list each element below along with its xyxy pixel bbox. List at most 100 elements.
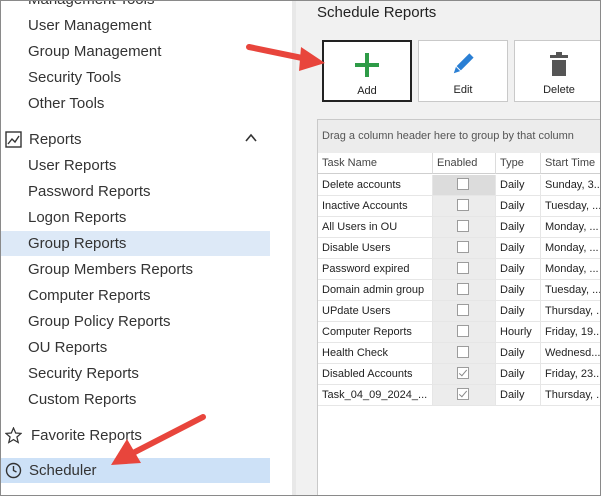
sidebar-item-management-tools[interactable]: Management Tools [1, 1, 270, 12]
sidebar-item-label: Group Reports [28, 235, 127, 252]
type-cell: Daily [496, 217, 541, 237]
add-button[interactable]: Add [322, 40, 412, 102]
task-name-cell: Inactive Accounts [318, 196, 433, 216]
enabled-cell [433, 385, 496, 405]
sidebar-item-group-management[interactable]: Group Management [1, 39, 270, 64]
sidebar-item-label: User Management [28, 17, 152, 34]
sidebar-section-reports[interactable]: Reports [1, 127, 270, 152]
enabled-checkbox[interactable] [457, 367, 469, 379]
enabled-checkbox[interactable] [457, 304, 469, 316]
table-row[interactable]: Disabled Accounts Daily Friday, 23... [318, 364, 600, 385]
enabled-cell [433, 196, 496, 216]
sidebar-item-label: OU Reports [28, 339, 108, 356]
task-name-cell: Computer Reports [318, 322, 433, 342]
table-row[interactable]: Domain admin group Daily Tuesday, ... [318, 280, 600, 301]
table-row[interactable]: UPdate Users Daily Thursday, ... [318, 301, 600, 322]
chevron-up-icon[interactable] [243, 130, 259, 146]
enabled-cell [433, 364, 496, 384]
sidebar-item-label: Password Reports [28, 183, 151, 200]
app-window: Management Tools User Management Group Man… [0, 0, 601, 496]
sidebar-item-password-reports[interactable]: Password Reports [1, 179, 270, 204]
type-cell: Daily [496, 259, 541, 279]
type-cell: Daily [496, 385, 541, 405]
start-time-cell: Wednesd... [541, 343, 600, 363]
task-name-cell: Disable Users [318, 238, 433, 258]
sidebar-item-group-policy-reports[interactable]: Group Policy Reports [1, 309, 270, 334]
table-row[interactable]: Task_04_09_2024_... Daily Thursday, ... [318, 385, 600, 406]
sidebar-item-label: User Reports [28, 157, 117, 174]
edit-button[interactable]: Edit [418, 40, 508, 102]
enabled-checkbox[interactable] [457, 283, 469, 295]
sidebar-item-label: Computer Reports [28, 287, 151, 304]
task-name-cell: UPdate Users [318, 301, 433, 321]
sidebar-item-logon-reports[interactable]: Logon Reports [1, 205, 270, 230]
enabled-checkbox[interactable] [457, 178, 469, 190]
type-cell: Daily [496, 196, 541, 216]
table-row[interactable]: Disable Users Daily Monday, ... [318, 238, 600, 259]
enabled-checkbox[interactable] [457, 241, 469, 253]
page-title: Schedule Reports [317, 4, 437, 21]
sidebar-item-security-tools[interactable]: Security Tools [1, 65, 270, 90]
enabled-checkbox[interactable] [457, 262, 469, 274]
sidebar-item-label: Favorite Reports [31, 427, 142, 444]
table-row[interactable]: Password expired Daily Monday, ... [318, 259, 600, 280]
sidebar-item-computer-reports[interactable]: Computer Reports [1, 283, 270, 308]
start-time-cell: Monday, ... [541, 259, 600, 279]
start-time-cell: Tuesday, ... [541, 280, 600, 300]
enabled-cell [433, 217, 496, 237]
sidebar-item-group-members-reports[interactable]: Group Members Reports [1, 257, 270, 282]
sidebar-item-favorite-reports[interactable]: Favorite Reports [1, 423, 270, 448]
delete-button[interactable]: Delete [514, 40, 600, 102]
sidebar-item-ou-reports[interactable]: OU Reports [1, 335, 270, 360]
sidebar-item-user-management[interactable]: User Management [1, 13, 270, 38]
table-row[interactable]: Delete accounts Daily Sunday, 3... [318, 175, 600, 196]
add-button-label: Add [357, 85, 377, 97]
column-header[interactable]: Task Name [318, 153, 433, 174]
sidebar-item-custom-reports[interactable]: Custom Reports [1, 387, 270, 412]
enabled-checkbox[interactable] [457, 220, 469, 232]
start-time-cell: Friday, 23... [541, 364, 600, 384]
column-header[interactable]: Start Time [541, 153, 600, 174]
task-name-cell: Domain admin group [318, 280, 433, 300]
type-cell: Daily [496, 364, 541, 384]
column-header[interactable]: Enabled [433, 153, 496, 174]
task-name-cell: Delete accounts [318, 175, 433, 195]
sidebar-item-label: Group Management [28, 43, 162, 60]
enabled-cell [433, 175, 496, 195]
sidebar-item-label: Scheduler [29, 462, 97, 479]
start-time-cell: Thursday, ... [541, 301, 600, 321]
sidebar-item-security-reports[interactable]: Security Reports [1, 361, 270, 386]
chart-icon [5, 131, 22, 148]
sidebar-item-group-reports[interactable]: Group Reports [1, 231, 270, 256]
task-name-cell: Task_04_09_2024_... [318, 385, 433, 405]
type-cell: Daily [496, 343, 541, 363]
sidebar-item-label: Other Tools [28, 95, 105, 112]
start-time-cell: Monday, ... [541, 238, 600, 258]
plus-icon [355, 53, 379, 77]
enabled-checkbox[interactable] [457, 388, 469, 400]
start-time-cell: Thursday, ... [541, 385, 600, 405]
task-name-cell: All Users in OU [318, 217, 433, 237]
main-panel: Schedule Reports Add Edit Delete Drag a … [296, 1, 600, 495]
table-row[interactable]: Inactive Accounts Daily Tuesday, ... [318, 196, 600, 217]
type-cell: Daily [496, 280, 541, 300]
sidebar-item-other-tools[interactable]: Other Tools [1, 91, 270, 116]
sidebar-item-scheduler[interactable]: Scheduler [1, 458, 270, 483]
enabled-checkbox[interactable] [457, 346, 469, 358]
table-row[interactable]: Computer Reports Hourly Friday, 19... [318, 322, 600, 343]
enabled-checkbox[interactable] [457, 325, 469, 337]
sidebar-item-user-reports[interactable]: User Reports [1, 153, 270, 178]
start-time-cell: Tuesday, ... [541, 196, 600, 216]
task-name-cell: Health Check [318, 343, 433, 363]
group-by-panel[interactable]: Drag a column header here to group by th… [318, 120, 600, 154]
enabled-checkbox[interactable] [457, 199, 469, 211]
sidebar-item-label: Group Policy Reports [28, 313, 171, 330]
table-row[interactable]: All Users in OU Daily Monday, ... [318, 217, 600, 238]
type-cell: Hourly [496, 322, 541, 342]
enabled-cell [433, 259, 496, 279]
column-header[interactable]: Type [496, 153, 541, 174]
sidebar-item-label: Security Tools [28, 69, 122, 86]
enabled-cell [433, 301, 496, 321]
table-row[interactable]: Health Check Daily Wednesd... [318, 343, 600, 364]
sidebar-item-label: Security Reports [28, 365, 139, 382]
